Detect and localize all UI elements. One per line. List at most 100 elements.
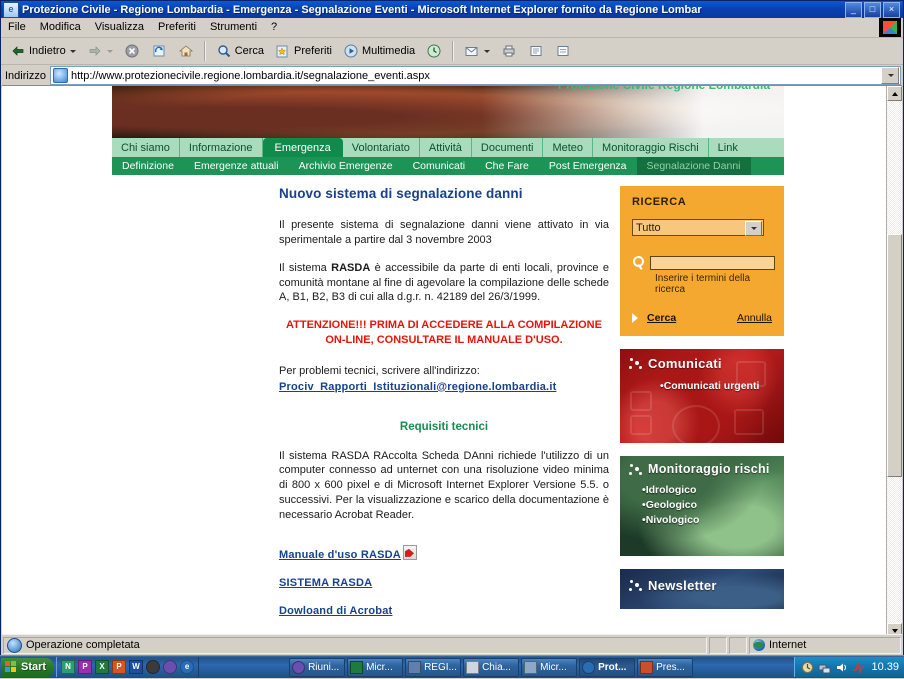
back-dropdown-icon[interactable] xyxy=(70,50,76,53)
discuss-button[interactable] xyxy=(550,40,576,62)
promo-list-item[interactable]: Idrologico xyxy=(642,484,699,496)
ql-icon-paint[interactable]: P xyxy=(78,660,92,674)
tray-icon-antivirus[interactable] xyxy=(852,661,865,674)
print-button[interactable] xyxy=(496,40,522,62)
subnav-item-emergenze-attuali[interactable]: Emergenze attuali xyxy=(184,157,289,175)
ql-icon-internet-explorer[interactable]: e xyxy=(180,660,194,674)
menu-item-strumenti[interactable]: Strumenti xyxy=(203,19,264,36)
close-button[interactable]: × xyxy=(883,2,900,18)
link-download-acrobat[interactable]: Dowloand di Acrobat xyxy=(279,605,609,617)
nav-item-attivita[interactable]: Attività xyxy=(420,138,472,157)
rasda-paragraph-pre: Il sistema xyxy=(279,262,331,274)
menu-item-modifica[interactable]: Modifica xyxy=(33,19,88,36)
nav-item-documenti[interactable]: Documenti xyxy=(472,138,544,157)
page-scrollbar-vertical[interactable] xyxy=(886,86,902,638)
scroll-up-button[interactable] xyxy=(887,86,902,101)
menu-item-preferiti[interactable]: Preferiti xyxy=(151,19,203,36)
printer-icon xyxy=(501,43,517,59)
tray-icon-scheduler[interactable] xyxy=(801,661,814,674)
mail-button[interactable] xyxy=(459,40,495,62)
ql-icon-notes[interactable]: N xyxy=(61,660,75,674)
media-button[interactable]: Multimedia xyxy=(338,40,420,62)
status-bar: Operazione completata Internet xyxy=(2,634,902,654)
nav-item-emergenza[interactable]: Emergenza xyxy=(263,138,343,157)
search-scope-select[interactable]: Tutto xyxy=(632,219,764,236)
address-dropdown-button[interactable] xyxy=(881,67,899,84)
promo-list-item[interactable]: Geologico xyxy=(642,499,699,511)
forward-button[interactable] xyxy=(82,40,118,62)
menu-item-file[interactable]: File xyxy=(1,19,33,36)
search-button[interactable]: Cerca xyxy=(211,40,269,62)
promo-newsletter[interactable]: Newsletter xyxy=(620,569,784,609)
nav-item-monitoraggio-rischi[interactable]: Monitoraggio Rischi xyxy=(593,138,709,157)
taskbar: Start N P X P W e Riuni... Micr... REGI.… xyxy=(0,655,904,678)
status-message-pane: Operazione completata xyxy=(3,637,707,654)
task-button-active[interactable]: Prot... xyxy=(579,658,635,677)
tray-icon-network[interactable] xyxy=(818,661,831,674)
browser-toolbar: Indietro C xyxy=(1,38,903,65)
ql-icon-media-player[interactable] xyxy=(163,660,177,674)
scrollbar-thumb[interactable] xyxy=(887,234,902,477)
window-controls: _ □ × xyxy=(845,2,902,18)
window-title: Protezione Civile - Regione Lombardia - … xyxy=(22,4,845,16)
task-button[interactable]: Pres... xyxy=(637,658,693,677)
minimize-button[interactable]: _ xyxy=(845,2,862,18)
ql-icon-word[interactable]: W xyxy=(129,660,143,674)
task-button[interactable]: Micr... xyxy=(521,658,577,677)
nav-item-chi-siamo[interactable]: Chi siamo xyxy=(112,138,180,157)
home-button[interactable] xyxy=(173,40,199,62)
promo-list-item[interactable]: Nivologico xyxy=(642,514,699,526)
task-button[interactable]: Chia... xyxy=(463,658,519,677)
arrow-right-icon xyxy=(87,43,103,59)
stop-button[interactable] xyxy=(119,40,145,62)
search-input-row xyxy=(632,256,772,270)
tech-contact-email-link[interactable]: Prociv_Rapporti_Istituzionali@regione.lo… xyxy=(279,380,609,395)
search-submit-link[interactable]: Cerca xyxy=(647,312,676,324)
nav-item-meteo[interactable]: Meteo xyxy=(543,138,593,157)
ql-icon-contacts[interactable] xyxy=(146,660,160,674)
ql-icon-excel[interactable]: X xyxy=(95,660,109,674)
promo-newsletter-title: Newsletter xyxy=(648,578,717,593)
address-combobox[interactable]: http://www.protezionecivile.regione.lomb… xyxy=(50,66,901,85)
forward-dropdown-icon[interactable] xyxy=(107,50,113,53)
subnav-item-archivio-emergenze[interactable]: Archivio Emergenze xyxy=(289,157,403,175)
chevron-down-icon[interactable] xyxy=(745,221,762,236)
nav-item-volontariato[interactable]: Volontariato xyxy=(343,138,420,157)
nav-item-informazione[interactable]: Informazione xyxy=(180,138,263,157)
home-icon xyxy=(178,43,194,59)
arrow-left-icon xyxy=(10,43,26,59)
subnav-item-definizione[interactable]: Definizione xyxy=(112,157,184,175)
edit-button[interactable] xyxy=(523,40,549,62)
history-button[interactable] xyxy=(421,40,447,62)
promo-monitoraggio[interactable]: Monitoraggio rischi Idrologico Geologico… xyxy=(620,456,784,556)
subnav-item-post-emergenza[interactable]: Post Emergenza xyxy=(539,157,637,175)
tray-icon-volume[interactable] xyxy=(835,661,848,674)
menu-item-help[interactable]: ? xyxy=(264,19,284,36)
search-input[interactable] xyxy=(650,256,775,270)
taskbar-clock[interactable]: 10.39 xyxy=(871,661,899,673)
windows-flag-icon xyxy=(5,661,18,673)
system-tray: 10.39 xyxy=(794,657,904,677)
task-button[interactable]: REGI... xyxy=(405,658,461,677)
promo-dots-icon xyxy=(628,463,646,479)
task-button[interactable]: Riuni... xyxy=(289,658,345,677)
refresh-button[interactable] xyxy=(146,40,172,62)
task-button[interactable]: Micr... xyxy=(347,658,403,677)
address-input[interactable]: http://www.protezionecivile.regione.lomb… xyxy=(71,70,878,82)
maximize-button[interactable]: □ xyxy=(864,2,881,18)
mail-dropdown-icon[interactable] xyxy=(484,50,490,53)
subnav-item-segnalazione-danni[interactable]: Segnalazione Danni xyxy=(637,157,751,175)
promo-list-item[interactable]: Comunicati urgenti xyxy=(660,380,759,392)
search-reset-link[interactable]: Annulla xyxy=(737,312,772,324)
subnav-item-che-fare[interactable]: Che Fare xyxy=(475,157,539,175)
subnav-item-comunicati[interactable]: Comunicati xyxy=(403,157,476,175)
menu-item-visualizza[interactable]: Visualizza xyxy=(88,19,151,36)
promo-comunicati[interactable]: Comunicati Comunicati urgenti xyxy=(620,349,784,443)
link-manuale-uso-rasda[interactable]: Manuale d'uso RASDA xyxy=(279,545,609,561)
nav-item-link[interactable]: Link xyxy=(709,138,747,157)
back-button[interactable]: Indietro xyxy=(5,40,81,62)
link-sistema-rasda[interactable]: SISTEMA RASDA xyxy=(279,577,609,589)
ql-icon-powerpoint[interactable]: P xyxy=(112,660,126,674)
favorites-button[interactable]: Preferiti xyxy=(270,40,337,62)
start-button[interactable]: Start xyxy=(1,658,53,677)
